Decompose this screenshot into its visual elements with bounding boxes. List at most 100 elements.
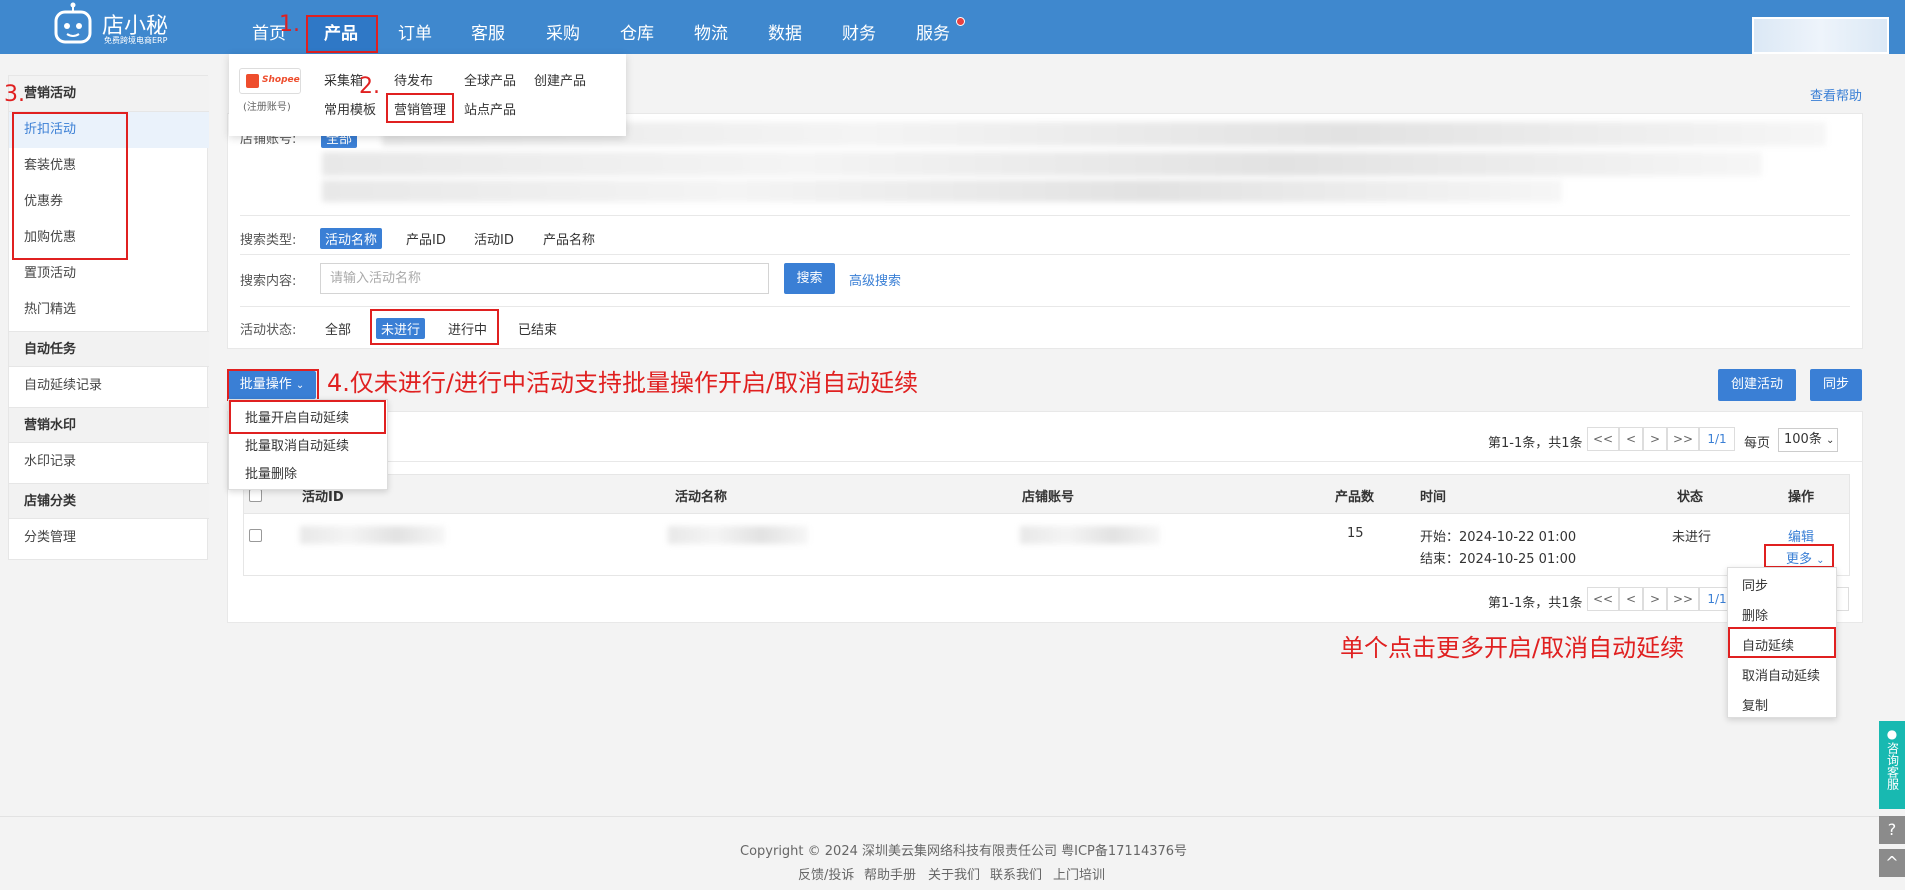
nav-service[interactable]: 客服 xyxy=(465,0,511,54)
more-cancel-auto-renew[interactable]: 取消自动延续 xyxy=(1728,662,1836,692)
search-type-activity-name[interactable]: 活动名称 xyxy=(320,228,383,249)
footer-link-feedback[interactable]: 反馈/投诉 xyxy=(798,864,854,883)
user-account-box[interactable] xyxy=(1752,17,1889,54)
per-page-label: 每页 xyxy=(1744,436,1771,451)
consult-service-button[interactable]: ● 咨询客服 xyxy=(1879,721,1905,809)
brand-logo[interactable]: 店小秘 免费跨境电商ERP xyxy=(50,2,190,50)
row-checkbox[interactable] xyxy=(249,529,262,542)
product-count: 15 xyxy=(1347,526,1364,541)
advanced-search-link[interactable]: 高级搜索 xyxy=(849,270,901,289)
end-time: 结束：2024-10-25 01:00 xyxy=(1420,552,1577,567)
annotation-box-batch-enable xyxy=(229,400,386,434)
menu-create-product[interactable]: 创建产品 xyxy=(534,70,586,89)
shopee-logo[interactable]: Shopee xyxy=(239,68,301,94)
search-type-product-id[interactable]: 产品ID xyxy=(406,229,446,248)
footer-link-contact[interactable]: 联系我们 xyxy=(990,864,1042,883)
search-content-label: 搜索内容: xyxy=(240,274,297,289)
sidebar-group-autotask: 自动任务 xyxy=(9,331,209,367)
help-float-button[interactable]: ? xyxy=(1879,816,1905,844)
annotation-step-5: 单个点击更多开启/取消自动延续 xyxy=(1340,634,1685,662)
arrow-up-icon: ^ xyxy=(1885,853,1899,872)
search-type-activity-id[interactable]: 活动ID xyxy=(474,229,514,248)
search-type-label: 搜索类型: xyxy=(240,233,297,248)
nav-purchase[interactable]: 采购 xyxy=(540,0,586,54)
annotation-box-marketing xyxy=(386,93,454,123)
page-first-button[interactable]: << xyxy=(1587,427,1619,451)
sidebar-item-auto-renew-log[interactable]: 自动延续记录 xyxy=(9,368,209,404)
more-copy[interactable]: 复制 xyxy=(1728,692,1836,722)
robot-logo-icon xyxy=(54,2,92,44)
page-first-button-bottom[interactable]: << xyxy=(1587,587,1619,611)
sidebar-group-marketing: 营销活动 xyxy=(9,76,209,112)
annotation-step-1: 1. xyxy=(279,12,300,37)
divider xyxy=(240,215,1850,216)
page-indicator[interactable]: 1/1 xyxy=(1699,427,1735,451)
col-actions: 操作 xyxy=(1788,490,1815,505)
annotation-step-2: 2. xyxy=(359,74,380,99)
annotation-box-more xyxy=(1764,544,1834,568)
menu-site-product[interactable]: 站点产品 xyxy=(464,99,516,118)
more-sync[interactable]: 同步 xyxy=(1728,572,1836,602)
register-account-link[interactable]: (注册账号) xyxy=(243,98,291,113)
sidebar-item-hot[interactable]: 热门精选 xyxy=(9,292,209,328)
menu-global-product[interactable]: 全球产品 xyxy=(464,70,516,89)
nav-finance[interactable]: 财务 xyxy=(836,0,882,54)
question-icon: ? xyxy=(1887,820,1897,839)
annotation-box-auto-renew xyxy=(1728,627,1836,658)
per-page-select[interactable]: 100条 ⌄ xyxy=(1778,428,1838,452)
page-prev-button[interactable]: < xyxy=(1619,427,1643,451)
batch-cancel-auto-renew[interactable]: 批量取消自动延续 xyxy=(229,434,387,460)
nav-product[interactable]: 产品 xyxy=(318,0,364,54)
pagination-summary: 第1-1条，共1条 xyxy=(1488,436,1583,451)
search-input[interactable]: 请输入活动名称 xyxy=(320,263,769,294)
store-account-redacted xyxy=(1020,526,1160,544)
menu-common-template[interactable]: 常用模板 xyxy=(324,99,376,118)
footer-link-manual[interactable]: 帮助手册 xyxy=(864,864,916,883)
sidebar-item-category-manage[interactable]: 分类管理 xyxy=(9,520,209,556)
nav-orders[interactable]: 订单 xyxy=(392,0,438,54)
menu-collect-box[interactable]: 采集箱 xyxy=(324,70,363,89)
page-next-button[interactable]: > xyxy=(1643,427,1667,451)
search-button[interactable]: 搜索 xyxy=(784,263,835,294)
batch-delete[interactable]: 批量删除 xyxy=(229,462,387,488)
sync-button[interactable]: 同步 xyxy=(1810,369,1862,401)
divider xyxy=(227,461,1863,462)
nav-warehouse[interactable]: 仓库 xyxy=(614,0,660,54)
divider xyxy=(240,254,1850,255)
account-list-redacted-3 xyxy=(322,180,1562,202)
chevron-down-icon: ⌄ xyxy=(1825,435,1835,446)
nav-logistics[interactable]: 物流 xyxy=(688,0,734,54)
back-to-top-button[interactable]: ^ xyxy=(1879,849,1905,877)
shopee-bag-icon xyxy=(246,74,259,88)
page-prev-button-bottom[interactable]: < xyxy=(1619,587,1643,611)
edit-link[interactable]: 编辑 xyxy=(1788,526,1814,545)
status-all[interactable]: 全部 xyxy=(325,319,351,338)
status-ended[interactable]: 已结束 xyxy=(518,319,557,338)
select-all-checkbox[interactable] xyxy=(249,489,262,502)
footer-link-about[interactable]: 关于我们 xyxy=(928,864,980,883)
sidebar-item-pin[interactable]: 置顶活动 xyxy=(9,256,209,292)
annotation-step-3: 3. xyxy=(4,82,25,107)
col-status: 状态 xyxy=(1677,490,1704,505)
search-type-product-name[interactable]: 产品名称 xyxy=(543,229,595,248)
page-last-button[interactable]: >> xyxy=(1667,427,1699,451)
sidebar-group-watermark: 营销水印 xyxy=(9,407,209,443)
nav-data[interactable]: 数据 xyxy=(762,0,808,54)
create-activity-button[interactable]: 创建活动 xyxy=(1718,369,1796,401)
page-next-button-bottom[interactable]: > xyxy=(1643,587,1667,611)
activity-id-redacted xyxy=(300,526,445,544)
sidebar-item-watermark-log[interactable]: 水印记录 xyxy=(9,444,209,480)
start-time: 开始：2024-10-22 01:00 xyxy=(1420,530,1577,545)
annotation-box-batch xyxy=(227,369,319,401)
footer-link-training[interactable]: 上门培训 xyxy=(1053,864,1105,883)
nav-services[interactable]: 服务 xyxy=(910,0,956,54)
help-link[interactable]: 查看帮助 xyxy=(1810,85,1862,104)
account-list-redacted-2 xyxy=(322,152,1762,176)
copyright-text: Copyright © 2024 深圳美云集网络科技有限责任公司 粤ICP备17… xyxy=(740,844,1188,859)
page-last-button-bottom[interactable]: >> xyxy=(1667,587,1699,611)
col-store-account: 店铺账号 xyxy=(1022,490,1075,505)
menu-pending-publish[interactable]: 待发布 xyxy=(394,70,433,89)
activity-name-redacted xyxy=(668,526,808,544)
consult-label: 咨询客服 xyxy=(1885,742,1900,790)
annotation-box-sidebar xyxy=(12,112,128,260)
